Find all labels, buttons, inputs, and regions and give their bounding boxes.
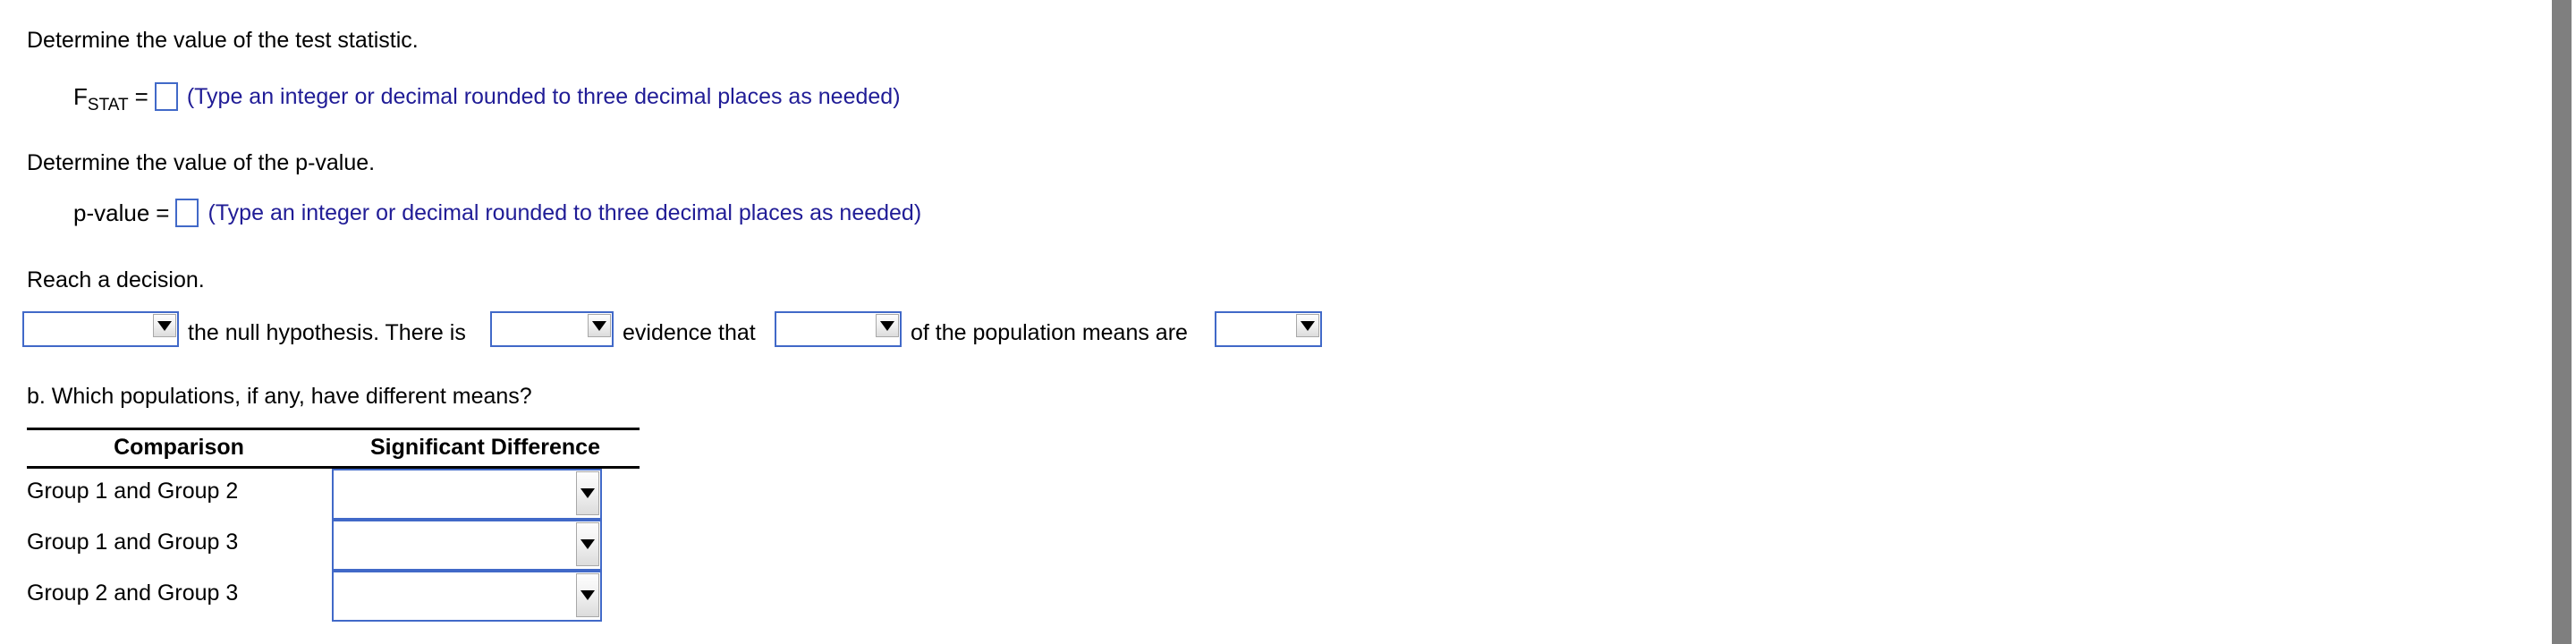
chevron-down-glyph [592,320,606,331]
pvalue-label: p-value [73,199,150,226]
chevron-down-glyph [157,320,172,331]
decision-prompt: Reach a decision. [27,267,205,292]
chevron-down-glyph [880,320,894,331]
pvalue-equals-sign: = [156,199,170,226]
chevron-down-icon[interactable] [876,314,899,337]
chevron-down-icon[interactable] [153,314,176,337]
table-row-label-3: Group 2 and Group 3 [27,580,239,606]
table-row-label-1: Group 1 and Group 2 [27,479,239,504]
chevron-down-glyph [580,590,595,600]
chevron-down-glyph [580,488,595,498]
p-value-prompt: Determine the value of the p-value. [27,150,376,175]
chevron-down-icon[interactable] [576,573,599,617]
pvalue-hint: (Type an integer or decimal rounded to t… [208,199,922,225]
table-header-comparison: Comparison [114,435,244,460]
vertical-scrollbar-thumb[interactable] [2552,0,2572,644]
chevron-down-glyph [580,539,595,549]
table-dropdown-group2-group3[interactable] [332,571,602,622]
decision-dropdown-sufficiency[interactable] [490,311,614,347]
chevron-down-glyph [1301,320,1315,331]
part-b-prompt: b. Which populations, if any, have diffe… [27,384,532,409]
table-dropdown-group1-group3[interactable] [332,520,602,571]
fstat-hint: (Type an integer or decimal rounded to t… [186,83,901,109]
fstat-answer-row: FSTAT = (Type an integer or decimal roun… [73,82,901,114]
pvalue-answer-row: p-value = (Type an integer or decimal ro… [73,199,921,227]
decision-text-1: the null hypothesis. There is [188,320,466,345]
table-dropdown-group1-group2[interactable] [332,469,602,520]
chevron-down-icon[interactable] [576,471,599,515]
table-row-label-2: Group 1 and Group 3 [27,530,239,555]
pvalue-input[interactable] [175,199,199,227]
decision-dropdown-equality[interactable] [1215,311,1322,347]
fstat-symbol-base: F [73,82,88,110]
decision-dropdown-reject[interactable] [22,311,179,347]
chevron-down-icon[interactable] [576,522,599,566]
vertical-scrollbar[interactable] [2546,0,2576,644]
test-statistic-prompt: Determine the value of the test statisti… [27,28,419,53]
fstat-equals-sign: = [134,82,148,110]
fstat-symbol: FSTAT [73,82,129,114]
decision-dropdown-quantifier[interactable] [775,311,902,347]
fstat-symbol-subscript: STAT [87,95,129,114]
chevron-down-icon[interactable] [588,314,611,337]
chevron-down-icon[interactable] [1296,314,1319,337]
decision-text-2: evidence that [623,320,756,345]
table-header-significant-difference: Significant Difference [370,435,600,460]
table-rule-top [27,428,640,430]
fstat-input[interactable] [154,82,178,111]
worksheet-page: Determine the value of the test statisti… [0,0,2546,644]
decision-text-3: of the population means are [911,320,1188,345]
